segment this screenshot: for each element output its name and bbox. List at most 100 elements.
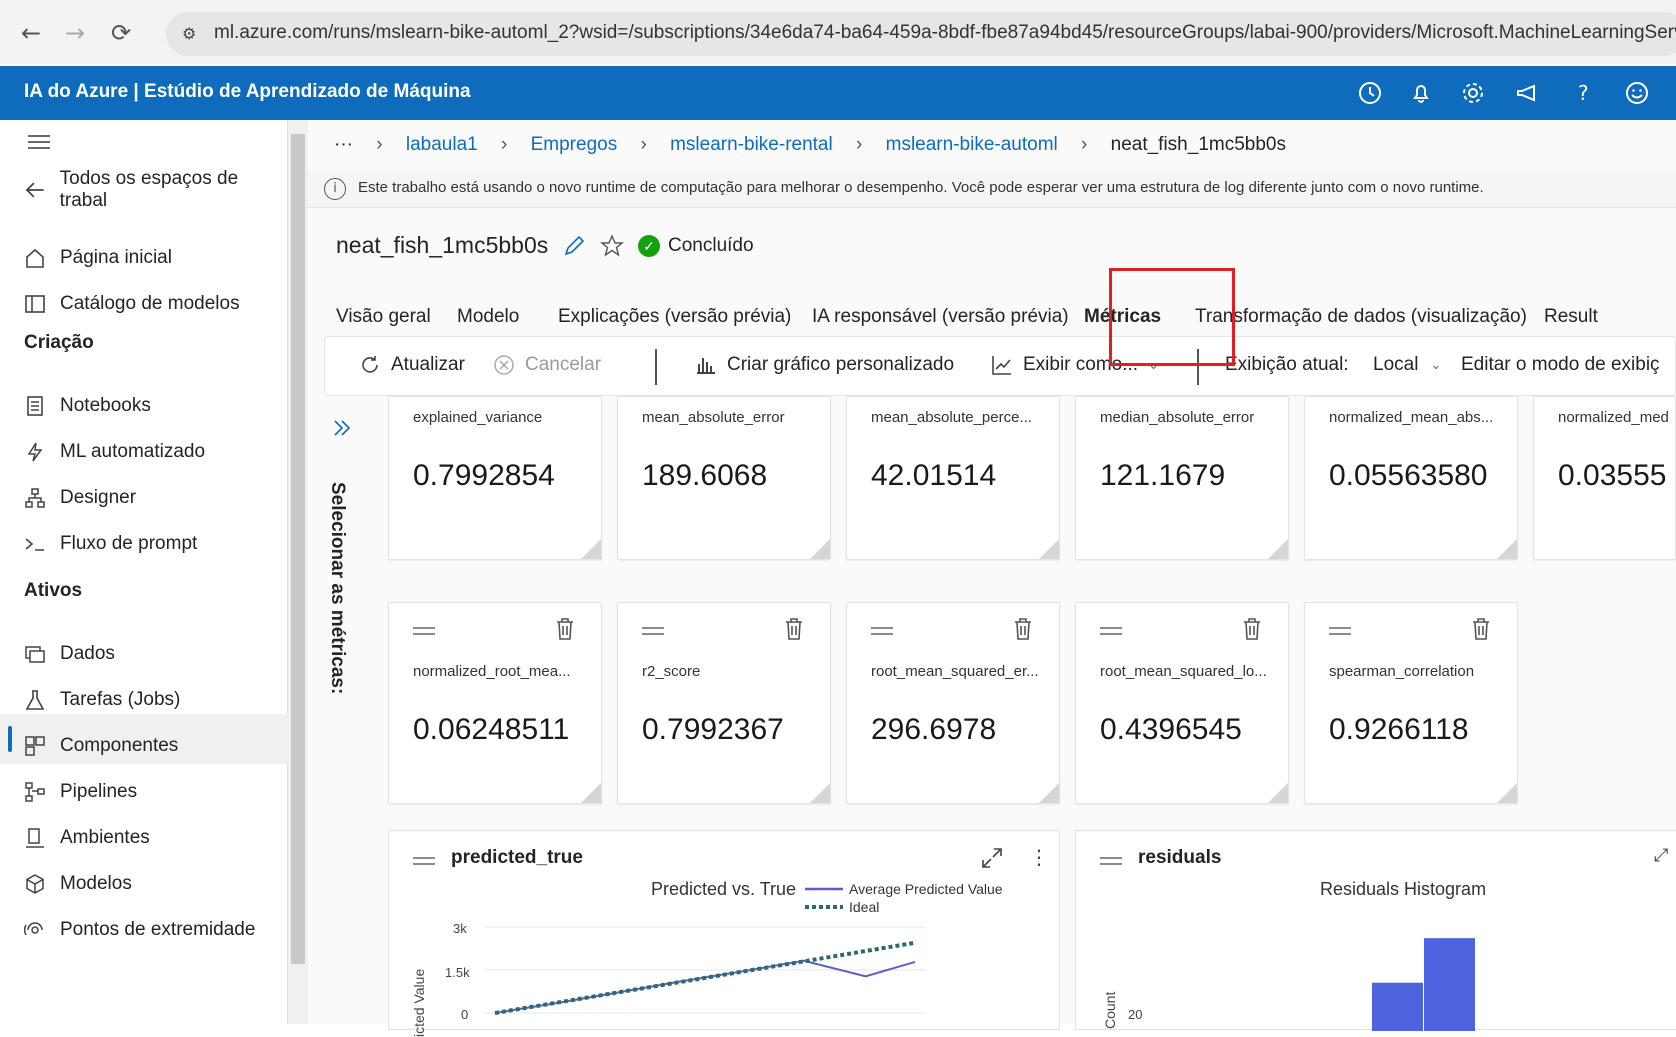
metric-value: 0.06248511 xyxy=(413,713,570,746)
metric-name: mean_absolute_error xyxy=(642,409,785,426)
sidebar-item-prompt-flow[interactable]: Fluxo de prompt xyxy=(24,526,197,562)
trash-icon[interactable] xyxy=(1013,617,1033,641)
forward-arrow-icon[interactable]: → xyxy=(60,18,90,48)
breadcrumb-item[interactable]: Empregos xyxy=(531,134,618,155)
metric-name: explained_variance xyxy=(413,409,543,426)
resize-handle[interactable] xyxy=(581,783,601,803)
chart-card-predicted-true[interactable]: predicted_true ⋮ Predicted vs. True Aver… xyxy=(388,830,1060,1037)
metric-card[interactable]: explained_variance 0.7992854 xyxy=(388,396,602,560)
sidebar-scrollbar[interactable] xyxy=(288,120,308,1024)
metric-card[interactable]: r2_score 0.7992367 xyxy=(617,602,831,804)
sidebar-back[interactable]: Todos os espaços de trabal xyxy=(24,168,287,211)
legend-swatches xyxy=(805,887,843,909)
more-vertical-icon[interactable]: ⋮ xyxy=(1029,845,1049,869)
star-icon[interactable] xyxy=(600,234,624,258)
metric-value: 0.7992854 xyxy=(413,459,555,492)
expand-icon[interactable] xyxy=(981,847,1003,869)
resize-handle[interactable] xyxy=(581,539,601,559)
metric-card[interactable]: normalized_mean_abs... 0.05563580 xyxy=(1304,396,1518,560)
sidebar-item-home[interactable]: Página inicial xyxy=(24,240,172,276)
breadcrumb-item[interactable]: labaula1 xyxy=(406,134,478,155)
drag-handle-icon[interactable] xyxy=(413,627,435,635)
create-chart-button[interactable]: Criar gráfico personalizado xyxy=(695,354,954,376)
tab-model[interactable]: Modelo xyxy=(457,306,519,328)
tab-responsible-ai[interactable]: IA responsável (versão prévia) xyxy=(812,306,1069,328)
megaphone-icon[interactable] xyxy=(1512,78,1542,108)
select-metrics-label[interactable]: Selecionar as métricas: xyxy=(326,482,348,694)
metric-card[interactable]: mean_absolute_error 189.6068 xyxy=(617,396,831,560)
resize-handle[interactable] xyxy=(1039,539,1059,559)
tab-results[interactable]: Result xyxy=(1544,306,1598,328)
back-arrow-icon xyxy=(25,182,44,198)
cancel-button[interactable]: Cancelar xyxy=(493,354,601,376)
url-text[interactable]: ml.azure.com/runs/mslearn-bike-automl_2?… xyxy=(214,22,1676,44)
trash-icon[interactable] xyxy=(555,617,575,641)
reload-icon[interactable]: ⟳ xyxy=(106,18,136,48)
expand-double-chevron-icon[interactable] xyxy=(330,416,354,440)
metric-name: root_mean_squared_er... xyxy=(871,663,1039,680)
metric-card[interactable]: root_mean_squared_lo... 0.4396545 xyxy=(1075,602,1289,804)
address-bar[interactable]: ⚙ ml.azure.com/runs/mslearn-bike-automl_… xyxy=(166,12,1676,56)
metric-card[interactable]: root_mean_squared_er... 296.6978 xyxy=(846,602,1060,804)
histogram-bar xyxy=(1424,938,1475,1031)
metric-card[interactable]: median_absolute_error 121.1679 xyxy=(1075,396,1289,560)
app-title[interactable]: IA do Azure | Estúdio de Aprendizado de … xyxy=(24,81,471,103)
resize-handle[interactable] xyxy=(810,783,830,803)
sidebar-item-notebooks[interactable]: Notebooks xyxy=(24,388,151,424)
help-icon[interactable]: ? xyxy=(1568,78,1598,108)
hamburger-icon[interactable] xyxy=(28,134,50,150)
metric-card[interactable]: spearman_correlation 0.9266118 xyxy=(1304,602,1518,804)
prompt-icon xyxy=(25,538,44,551)
drag-handle-icon[interactable] xyxy=(1329,627,1351,635)
drag-handle-icon[interactable] xyxy=(642,627,664,635)
sidebar-scroll-thumb[interactable] xyxy=(291,134,305,964)
gear-icon[interactable] xyxy=(1458,78,1488,108)
breadcrumb-more[interactable]: ··· xyxy=(334,134,353,155)
edit-pencil-icon[interactable] xyxy=(562,234,586,258)
sidebar-item-automl[interactable]: ML automatizado xyxy=(24,434,205,470)
trash-icon[interactable] xyxy=(1242,617,1262,641)
sidebar-item-catalog[interactable]: Catálogo de modelos xyxy=(24,286,240,322)
bell-icon[interactable] xyxy=(1406,78,1436,108)
sidebar-item-data[interactable]: Dados xyxy=(24,636,115,672)
sidebar-active-highlight xyxy=(0,714,288,764)
drag-handle-icon[interactable] xyxy=(413,857,435,865)
metric-card[interactable]: mean_absolute_perce... 42.01514 xyxy=(846,396,1060,560)
trash-icon[interactable] xyxy=(784,617,804,641)
smiley-icon[interactable] xyxy=(1622,78,1652,108)
trash-icon[interactable] xyxy=(1471,617,1491,641)
breadcrumb-item[interactable]: mslearn-bike-rental xyxy=(670,134,833,155)
tab-overview[interactable]: Visão geral xyxy=(336,306,431,328)
sidebar-active-indicator xyxy=(8,726,12,752)
site-settings-icon[interactable]: ⚙ xyxy=(182,24,202,44)
chevron-down-icon: ⌄ xyxy=(1430,357,1442,372)
drag-handle-icon[interactable] xyxy=(1100,857,1122,865)
breadcrumb-item[interactable]: mslearn-bike-automl xyxy=(886,134,1058,155)
sidebar-item-designer[interactable]: Designer xyxy=(24,480,136,516)
metric-name: root_mean_squared_lo... xyxy=(1100,663,1267,680)
refresh-button[interactable]: Atualizar xyxy=(359,354,465,376)
tab-data-transformation[interactable]: Transformação de dados (visualização) xyxy=(1195,306,1527,328)
clock-icon[interactable] xyxy=(1355,78,1385,108)
resize-handle[interactable] xyxy=(1268,783,1288,803)
metric-card[interactable]: normalized_med 0.03555 xyxy=(1533,396,1676,560)
drag-handle-icon[interactable] xyxy=(1100,627,1122,635)
drag-handle-icon[interactable] xyxy=(871,627,893,635)
tab-explanations[interactable]: Explicações (versão prévia) xyxy=(558,306,791,328)
edit-view-button[interactable]: Editar o modo de exibiç xyxy=(1461,354,1660,376)
expand-icon[interactable]: ⤢ xyxy=(1654,845,1668,866)
resize-handle[interactable] xyxy=(1268,539,1288,559)
metric-card[interactable]: normalized_root_mea... 0.06248511 xyxy=(388,602,602,804)
plot-title: Residuals Histogram xyxy=(1320,879,1487,899)
back-arrow-icon[interactable]: ← xyxy=(16,18,46,48)
current-view-dropdown[interactable]: Local ⌄ xyxy=(1373,354,1441,376)
resize-handle[interactable] xyxy=(1497,783,1517,803)
y-tick: 3k xyxy=(453,921,467,936)
chart-card-residuals[interactable]: residuals ⤢ Residuals Histogram Count 20 xyxy=(1075,830,1676,1031)
data-icon xyxy=(25,646,45,663)
toolbar-divider xyxy=(655,349,657,385)
resize-handle[interactable] xyxy=(810,539,830,559)
resize-handle[interactable] xyxy=(1497,539,1517,559)
resize-handle[interactable] xyxy=(1039,783,1059,803)
sidebar: Todos os espaços de trabal Página inicia… xyxy=(0,120,288,1024)
